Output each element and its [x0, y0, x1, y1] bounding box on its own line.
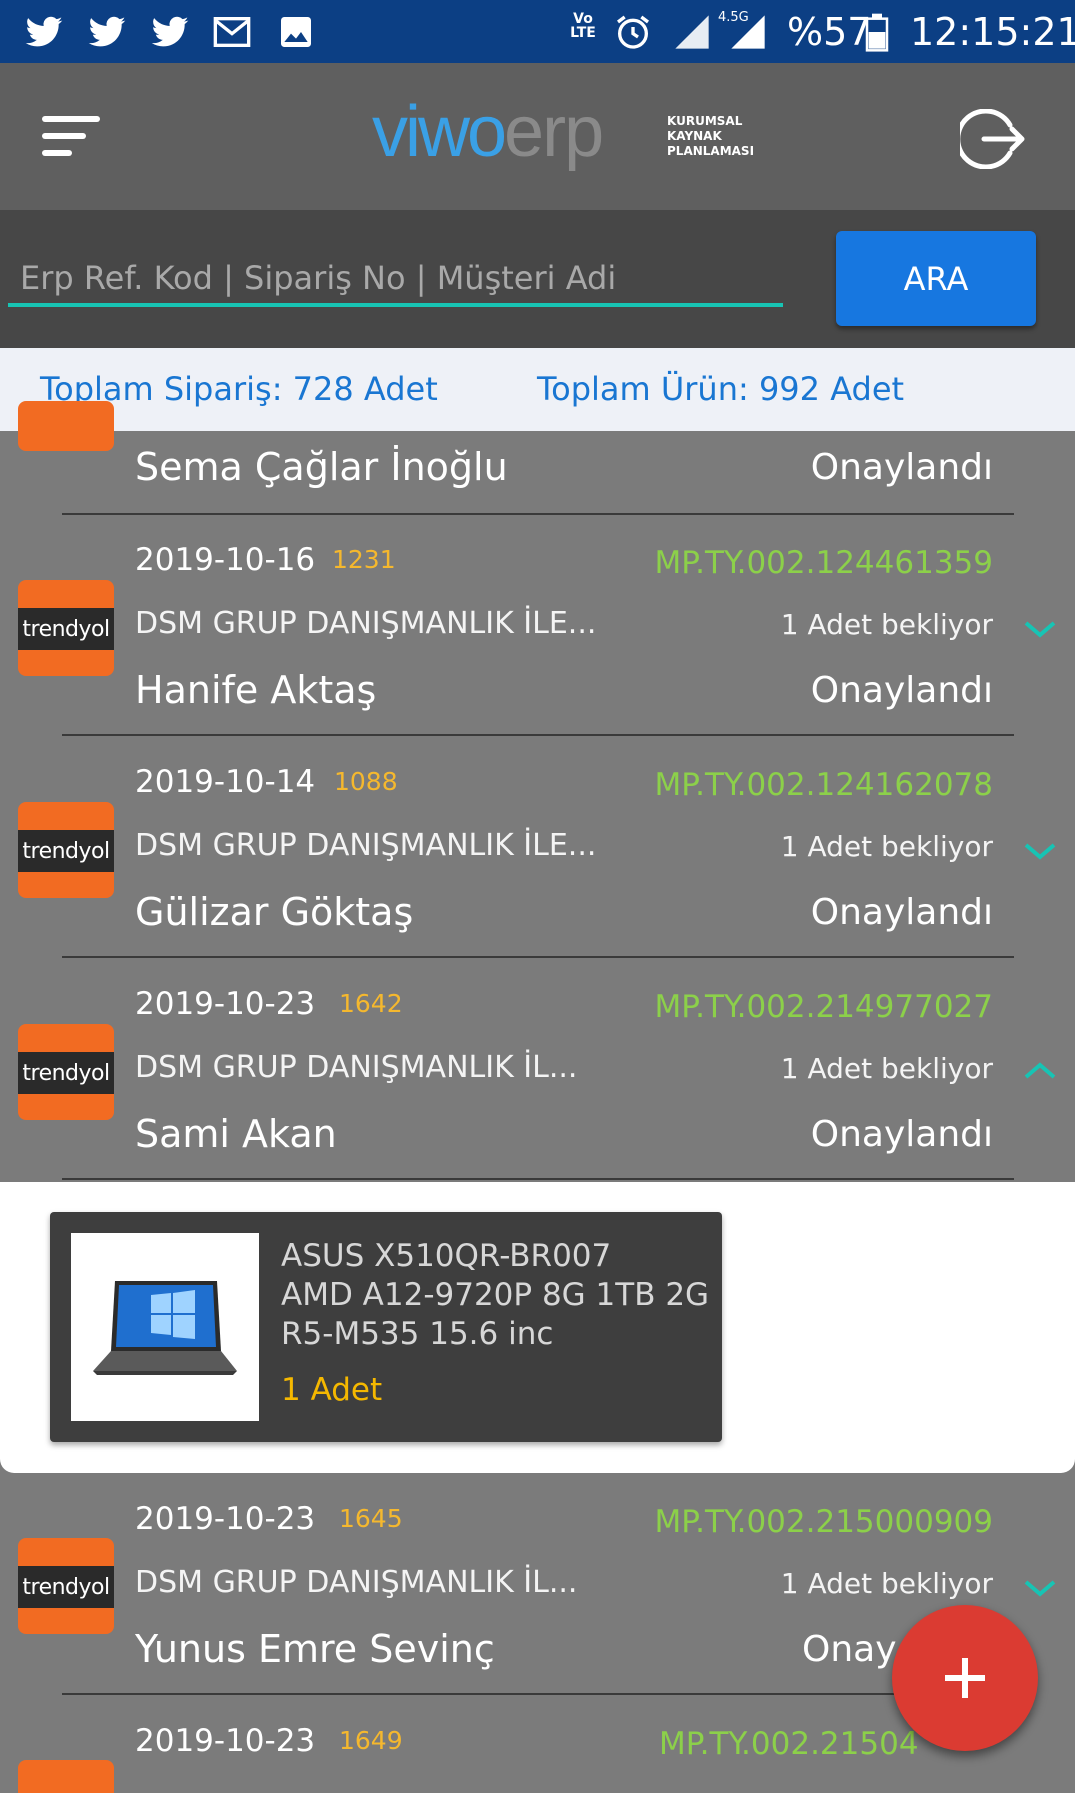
order-date: 2019-10-16	[135, 542, 316, 578]
product-quantity: 1 Adet	[281, 1372, 383, 1408]
order-ref: MP.TY.002.124461359	[654, 545, 993, 581]
app-logo: viwoerp	[372, 91, 604, 172]
row-divider	[62, 956, 1014, 958]
logo-viwo-text: viwo	[372, 92, 507, 172]
order-number: 1088	[334, 767, 398, 796]
trendyol-logo: trendyol	[18, 1024, 114, 1120]
trendyol-logo: trendyol	[18, 580, 114, 676]
product-name-line: ASUS X510QR-BR007	[281, 1238, 612, 1274]
order-row[interactable]: trendyol 2019-10-23 1642 MP.TY.002.21497…	[0, 959, 1075, 1181]
total-products: Toplam Ürün: 992 Adet	[537, 370, 905, 408]
order-row[interactable]: trendyol 2019-10-16 1231 MP.TY.002.12446…	[0, 515, 1075, 737]
order-date: 2019-10-14	[135, 764, 316, 800]
order-date: 2019-10-23	[135, 1723, 316, 1759]
logo-tagline: KURUMSAL KAYNAK PLANLAMASI	[667, 114, 754, 159]
pending-count: 1 Adet bekliyor	[780, 1052, 993, 1085]
order-status: Onaylandı	[810, 447, 993, 488]
row-divider	[62, 734, 1014, 736]
signal-icon	[731, 15, 765, 49]
product-name-line: AMD A12-9720P 8G 1TB 2G	[281, 1277, 710, 1313]
order-ref: MP.TY.002.124162078	[654, 767, 993, 803]
app-header: viwoerp KURUMSAL KAYNAK PLANLAMASI	[0, 63, 1075, 210]
pending-count: 1 Adet bekliyor	[780, 830, 993, 863]
logo-label: trendyol	[18, 608, 114, 650]
order-number: 1642	[339, 989, 403, 1018]
customer-name: Hanife Aktaş	[135, 668, 377, 712]
order-status: Onay	[802, 1629, 897, 1670]
alarm-icon	[617, 15, 649, 49]
company-name: DSM GRUP DANIŞMANLIK İLE...	[135, 606, 597, 641]
order-ref: MP.TY.002.215000909	[654, 1504, 993, 1540]
tagline-line: KAYNAK	[667, 129, 722, 143]
trendyol-logo: trendyol	[18, 1538, 114, 1634]
company-name: DSM GRUP DANIŞMANLIK İL...	[135, 1565, 578, 1600]
customer-name: Yunus Emre Sevinç	[135, 1627, 495, 1671]
customer-name: Gülizar Göktaş	[135, 890, 414, 934]
clock: 12:15:21	[910, 10, 1075, 54]
logout-icon[interactable]	[960, 109, 1026, 169]
search-input[interactable]	[8, 252, 783, 307]
battery-icon	[865, 13, 889, 52]
customer-name: Sema Çağlar İnoğlu	[135, 445, 508, 489]
tagline-line: PLANLAMASI	[667, 144, 755, 158]
twitter-icon	[88, 16, 126, 47]
tagline-line: KURUMSAL	[667, 114, 743, 128]
logo-label: trendyol	[18, 1052, 114, 1094]
product-name-line: R5-M535 15.6 inc	[281, 1316, 554, 1352]
company-name: DSM GRUP DANIŞMANLIK İLE...	[135, 828, 597, 863]
order-ref: MP.TY.002.214977027	[654, 989, 993, 1025]
customer-name: Sami Akan	[135, 1112, 337, 1156]
order-status: Onaylandı	[810, 670, 993, 711]
order-number: 1649	[339, 1726, 403, 1755]
image-icon	[281, 17, 311, 47]
chevron-down-icon[interactable]	[1022, 617, 1058, 641]
order-row[interactable]: Sema Çağlar İnoğlu Onaylandı	[0, 401, 1075, 519]
order-date: 2019-10-23	[135, 1501, 316, 1537]
logo-label: trendyol	[18, 1566, 114, 1608]
laptop-image	[93, 1281, 237, 1375]
signal-icon	[675, 15, 709, 49]
twitter-icon	[25, 16, 63, 47]
twitter-icon	[151, 16, 189, 47]
order-number: 1231	[332, 545, 396, 574]
order-status: Onaylandı	[810, 1114, 993, 1155]
row-divider	[62, 1693, 1014, 1695]
trendyol-logo	[18, 401, 114, 451]
pending-count: 1 Adet bekliyor	[780, 1567, 993, 1600]
battery-percent: %57	[787, 10, 872, 54]
pending-count: 1 Adet bekliyor	[780, 608, 993, 641]
row-divider	[62, 1178, 1014, 1180]
search-button[interactable]: ARA	[836, 231, 1036, 326]
order-row[interactable]: trendyol 2019-10-14 1088 MP.TY.002.12416…	[0, 737, 1075, 959]
chevron-down-icon[interactable]	[1022, 1576, 1058, 1600]
hamburger-menu-icon[interactable]	[42, 114, 102, 158]
volte-indicator: Vo LTE	[570, 11, 596, 41]
plus-icon	[945, 1658, 985, 1698]
chevron-down-icon[interactable]	[1022, 839, 1058, 863]
status-bar: Vo LTE 4.5G %57 12:15:21	[0, 0, 1075, 63]
product-image	[71, 1233, 259, 1421]
chevron-up-icon[interactable]	[1022, 1059, 1058, 1083]
add-order-button[interactable]	[892, 1605, 1038, 1751]
trendyol-logo	[18, 1760, 114, 1793]
order-ref: MP.TY.002.21504	[659, 1726, 919, 1762]
gmail-icon	[213, 17, 251, 47]
logo-label: trendyol	[18, 830, 114, 872]
order-number: 1645	[339, 1504, 403, 1533]
logo-erp-text: erp	[504, 92, 604, 172]
trendyol-logo: trendyol	[18, 802, 114, 898]
order-date: 2019-10-23	[135, 986, 316, 1022]
company-name: DSM GRUP DANIŞMANLIK İL...	[135, 1050, 578, 1085]
order-status: Onaylandı	[810, 892, 993, 933]
